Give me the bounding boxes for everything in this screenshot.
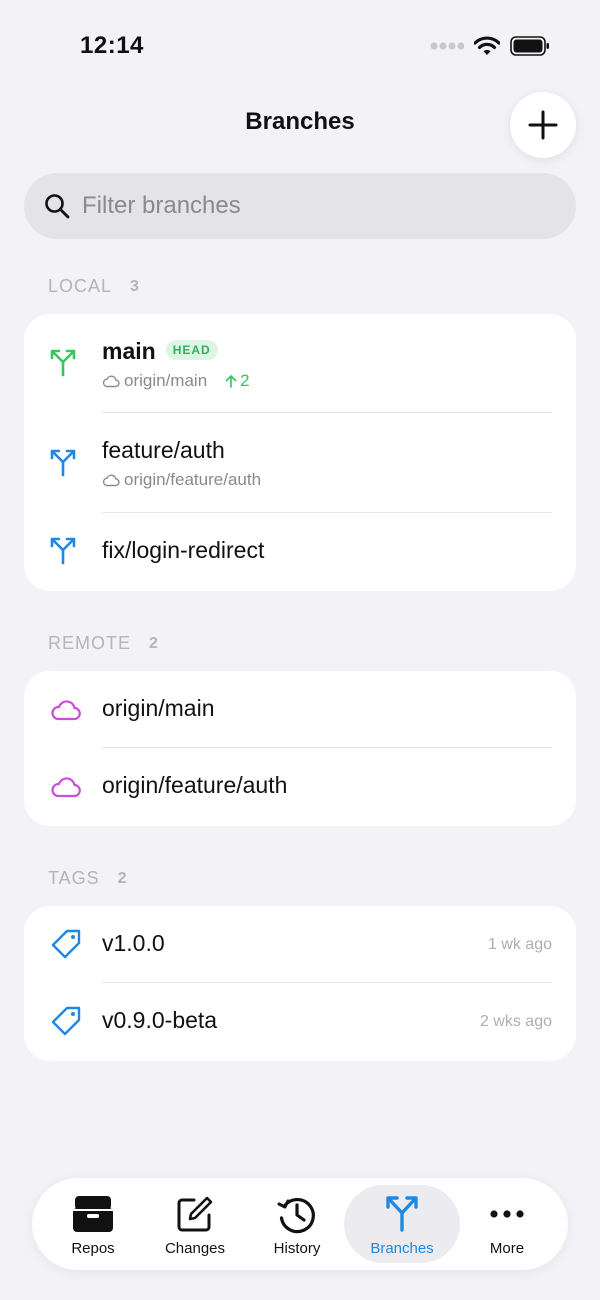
tab-changes[interactable]: Changes	[140, 1178, 250, 1270]
section-count: 2	[117, 869, 128, 887]
upstream-name: origin/main	[124, 371, 208, 390]
archive-box-icon	[73, 1196, 113, 1232]
local-branches-card: main HEAD origin/main 2 feature/auth ori…	[24, 314, 576, 591]
status-time: 12:14	[80, 32, 144, 59]
search-icon	[45, 194, 70, 219]
section-header-remote: REMOTE 2	[48, 633, 159, 654]
list-item[interactable]: origin/feature/auth	[24, 748, 576, 826]
ellipsis-icon	[490, 1210, 524, 1218]
list-item[interactable]: v1.0.0 1 wk ago	[24, 906, 576, 983]
tag-age: 1 wk ago	[487, 936, 552, 953]
plus-icon	[528, 110, 558, 140]
cloud-icon	[102, 375, 120, 388]
remote-branches-card: origin/main origin/feature/auth	[24, 671, 576, 826]
tab-label: More	[489, 1240, 525, 1257]
branch-name-text: main	[102, 338, 156, 364]
search-placeholder: Filter branches	[82, 192, 241, 219]
search-input[interactable]: Filter branches	[24, 173, 576, 239]
branch-icon	[50, 349, 76, 377]
upstream: origin/main 2	[102, 371, 250, 391]
tag-icon	[51, 1006, 81, 1036]
wifi-icon	[474, 36, 500, 55]
list-item[interactable]: origin/main	[24, 671, 576, 748]
branch-icon	[50, 449, 76, 477]
tags-card: v1.0.0 1 wk ago v0.9.0-beta 2 wks ago	[24, 906, 576, 1061]
section-label: LOCAL	[48, 276, 113, 296]
list-item[interactable]: v0.9.0-beta 2 wks ago	[24, 983, 576, 1061]
branch-icon	[386, 1196, 418, 1232]
section-header-local: LOCAL 3	[48, 276, 140, 297]
section-count: 3	[130, 277, 140, 295]
branch-name: feature/auth	[102, 437, 225, 463]
tag-age: 2 wks ago	[479, 1013, 552, 1030]
branch-name: main HEAD	[102, 338, 218, 365]
cloud-icon	[51, 700, 81, 721]
list-item[interactable]: fix/login-redirect	[24, 513, 576, 591]
section-count: 2	[149, 634, 159, 652]
tab-more[interactable]: More	[452, 1178, 562, 1270]
tag-name: v1.0.0	[102, 930, 165, 956]
tag-icon	[51, 929, 81, 959]
tab-repos[interactable]: Repos	[38, 1178, 148, 1270]
section-header-tags: TAGS 2	[48, 868, 128, 889]
tab-label: Repos	[71, 1240, 115, 1257]
section-label: REMOTE	[48, 633, 132, 653]
branch-name: fix/login-redirect	[102, 537, 265, 563]
section-label: TAGS	[48, 868, 100, 888]
cloud-icon	[51, 777, 81, 798]
branch-icon	[50, 537, 76, 565]
tab-history[interactable]: History	[242, 1178, 352, 1270]
tag-name: v0.9.0-beta	[102, 1007, 218, 1033]
tab-branches[interactable]: Branches	[344, 1178, 460, 1270]
signal-icon	[430, 42, 464, 50]
status-bar: 12:14	[0, 0, 600, 80]
status-icons	[430, 36, 550, 56]
head-badge: HEAD	[165, 339, 218, 360]
compose-icon	[177, 1196, 213, 1232]
upstream: origin/feature/auth	[102, 470, 261, 490]
arrow-up-icon	[225, 375, 237, 388]
tab-label: Changes	[164, 1240, 226, 1257]
remote-branch-name: origin/main	[102, 695, 215, 721]
upstream-name: origin/feature/auth	[124, 470, 262, 489]
list-item[interactable]: feature/auth origin/feature/auth	[24, 413, 576, 513]
ahead-value: 2	[240, 371, 250, 390]
remote-branch-name: origin/feature/auth	[102, 772, 288, 798]
ahead-count: 2	[225, 371, 250, 391]
tab-label: Branches	[370, 1240, 434, 1257]
add-branch-button[interactable]	[510, 92, 576, 158]
list-item[interactable]: main HEAD origin/main 2	[24, 314, 576, 413]
tab-label: History	[273, 1240, 321, 1257]
cloud-icon	[102, 474, 120, 487]
battery-icon	[510, 36, 549, 56]
tab-bar: Repos Changes History Branches More	[32, 1178, 568, 1270]
history-clock-icon	[277, 1198, 315, 1234]
